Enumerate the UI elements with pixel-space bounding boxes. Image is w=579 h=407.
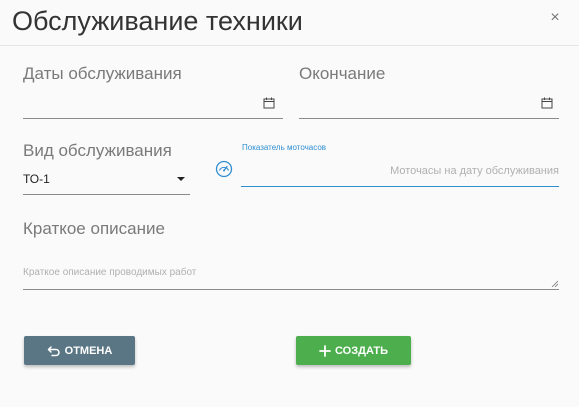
undo-arrow-icon bbox=[47, 345, 61, 357]
end-date-input[interactable] bbox=[299, 92, 559, 119]
close-icon: × bbox=[550, 9, 560, 26]
create-button[interactable]: СОЗДАТЬ bbox=[296, 336, 411, 365]
engine-hours-label: Показатель моточасов bbox=[242, 143, 327, 152]
resize-handle-icon[interactable] bbox=[551, 280, 558, 287]
cancel-button-label: ОТМЕНА bbox=[64, 344, 113, 357]
engine-hours-input[interactable]: Моточасы на дату обслуживания bbox=[241, 156, 559, 187]
calendar-icon[interactable] bbox=[263, 97, 275, 109]
description-placeholder: Краткое описание проводимых работ bbox=[23, 267, 197, 278]
service-type-select[interactable]: ТО-1 bbox=[23, 166, 190, 195]
engine-hours-placeholder: Моточасы на дату обслуживания bbox=[390, 165, 559, 177]
gauge-icon bbox=[215, 160, 233, 178]
dialog-title: Обслуживание техники bbox=[12, 6, 303, 36]
close-button[interactable]: × bbox=[548, 9, 562, 26]
description-label: Краткое описание bbox=[23, 219, 165, 238]
description-textarea[interactable]: Краткое описание проводимых работ bbox=[23, 259, 559, 290]
calendar-icon[interactable] bbox=[541, 97, 553, 109]
service-type-label: Вид обслуживания bbox=[23, 141, 172, 160]
service-dates-input[interactable] bbox=[23, 92, 283, 119]
end-date-label: Окончание bbox=[299, 64, 386, 83]
create-button-label: СОЗДАТЬ bbox=[335, 344, 388, 357]
dropdown-caret-icon bbox=[177, 177, 185, 181]
service-dates-label: Даты обслуживания bbox=[23, 64, 182, 83]
service-type-value: ТО-1 bbox=[23, 172, 50, 186]
plus-icon bbox=[319, 344, 331, 357]
cancel-button[interactable]: ОТМЕНА bbox=[24, 336, 135, 365]
dialog-header: Обслуживание техники × bbox=[0, 0, 579, 46]
maintenance-dialog: Обслуживание техники × Даты обслуживания… bbox=[0, 0, 579, 407]
